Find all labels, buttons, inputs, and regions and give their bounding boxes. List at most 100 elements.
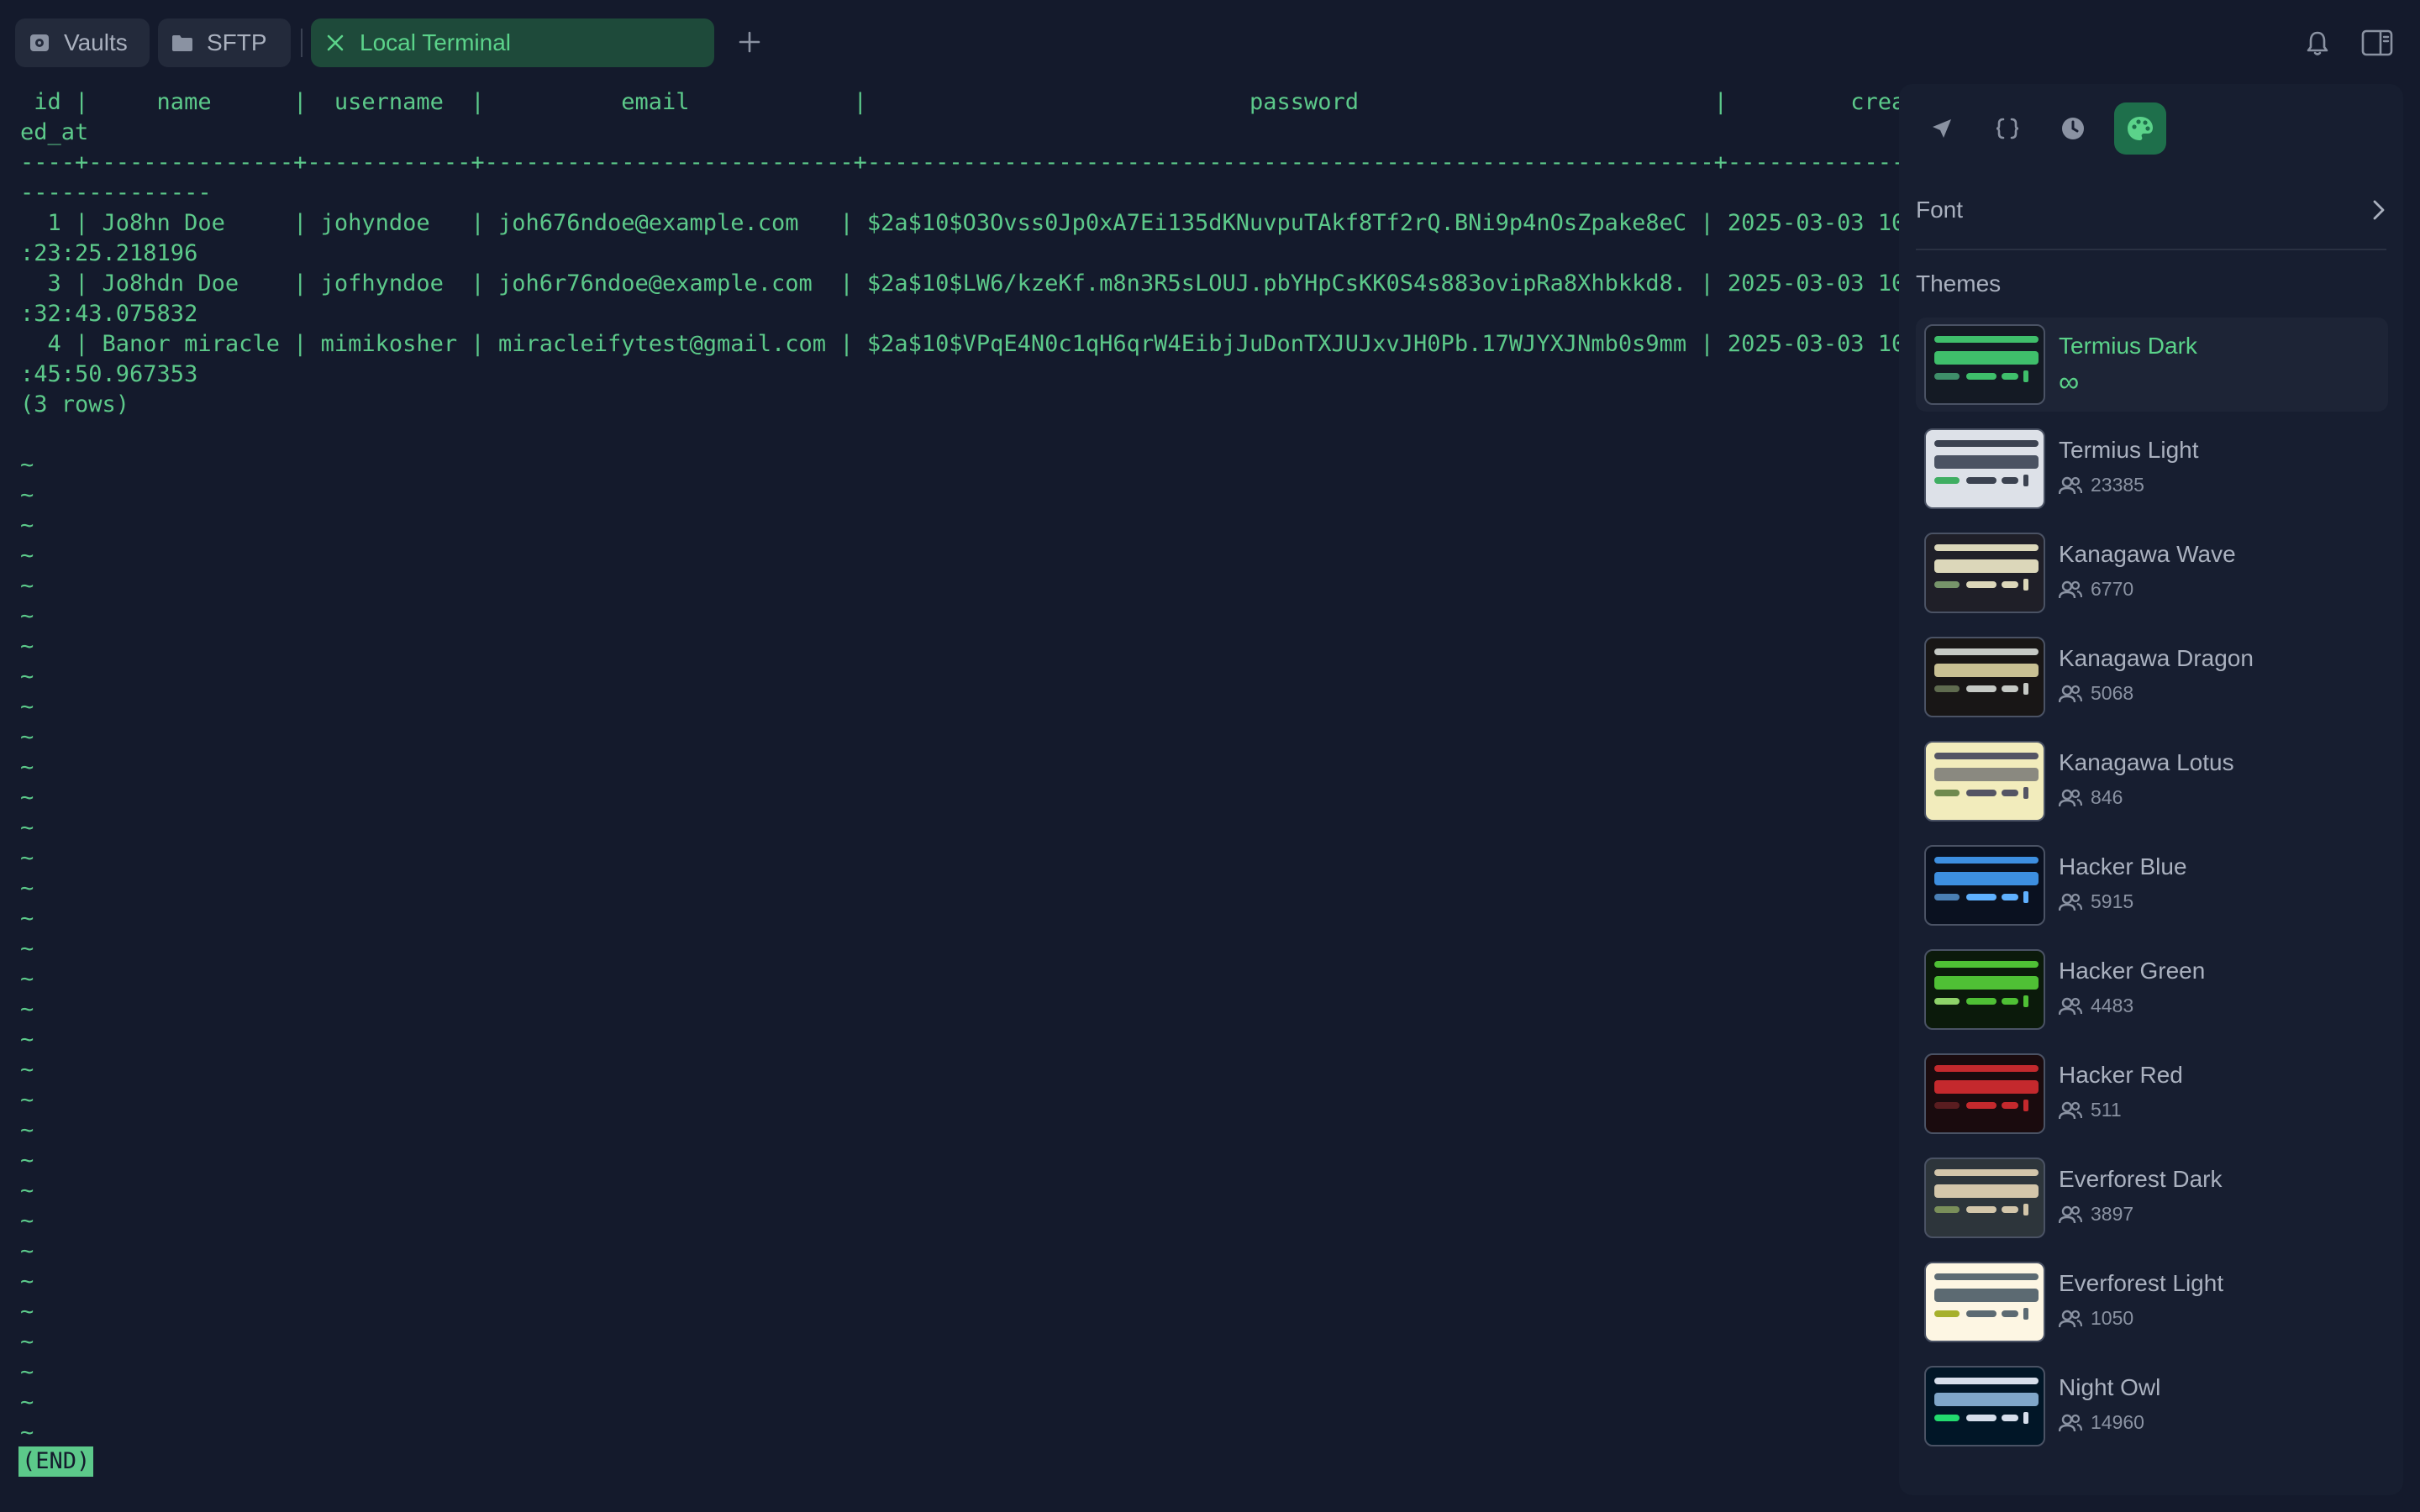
- theme-preview: [1924, 1366, 2045, 1446]
- terminal-line: :23:25.218196: [20, 240, 198, 266]
- theme-item[interactable]: Termius Light 23385: [1916, 422, 2388, 516]
- theme-name: Termius Dark: [2059, 333, 2197, 359]
- tilde-line: ~: [20, 1087, 34, 1113]
- braces-icon: [1996, 118, 2019, 139]
- tilde-line: ~: [20, 573, 34, 599]
- notifications-button[interactable]: [2302, 29, 2333, 59]
- theme-item[interactable]: Termius Dark ∞: [1916, 318, 2388, 412]
- bell-icon: [2307, 31, 2328, 55]
- theme-item[interactable]: Everforest Light 1050: [1916, 1255, 2388, 1349]
- tilde-line: ~: [20, 694, 34, 720]
- tilde-line: ~: [20, 966, 34, 992]
- tilde-line: ~: [20, 512, 34, 538]
- terminal-line: ed_at: [20, 119, 89, 145]
- terminal-output[interactable]: id | name | username | email | password …: [0, 84, 1919, 1512]
- theme-meta: 5915: [2059, 890, 2133, 913]
- toggle-side-panel-button[interactable]: [2361, 29, 2393, 57]
- theme-item[interactable]: Kanagawa Lotus 846: [1916, 734, 2388, 828]
- theme-item[interactable]: Kanagawa Dragon 5068: [1916, 630, 2388, 724]
- divider: [1916, 249, 2386, 250]
- tilde-line: ~: [20, 845, 34, 871]
- users-icon: [2059, 1310, 2082, 1327]
- font-label: Font: [1916, 197, 1964, 223]
- theme-meta: ∞: [2059, 366, 2080, 398]
- theme-name: Night Owl: [2059, 1374, 2161, 1400]
- theme-item[interactable]: Hacker Green 4483: [1916, 942, 2388, 1037]
- terminal-line: 4 | Banor miracle | mimikosher | miracle…: [20, 331, 1906, 357]
- terminal-line: --------------: [20, 180, 212, 206]
- theme-name: Kanagawa Dragon: [2059, 645, 2254, 671]
- unlimited-icon: ∞: [2059, 366, 2080, 398]
- tilde-line: ~: [20, 1268, 34, 1294]
- tilde-line: ~: [20, 785, 34, 811]
- theme-meta: 4483: [2059, 995, 2133, 1017]
- theme-name: Hacker Red: [2059, 1062, 2183, 1088]
- tilde-line: ~: [20, 1208, 34, 1234]
- tab-vaults[interactable]: Vaults: [15, 18, 150, 67]
- chevron-right-icon: [2373, 200, 2385, 220]
- font-settings-row[interactable]: Font: [1916, 185, 2386, 235]
- plus-icon: [739, 31, 760, 53]
- add-tab-button[interactable]: [733, 25, 766, 59]
- theme-item[interactable]: Everforest Dark 3897: [1916, 1151, 2388, 1245]
- theme-users-count: 511: [2091, 1099, 2122, 1121]
- tilde-line: ~: [20, 664, 34, 690]
- theme-item[interactable]: Kanagawa Wave 6770: [1916, 526, 2388, 620]
- theme-users-count: 5068: [2091, 682, 2134, 704]
- terminal-line: :45:50.967353: [20, 361, 198, 387]
- theme-preview: [1924, 1262, 2045, 1342]
- folder-icon: [171, 32, 193, 54]
- theme-preview: [1924, 533, 2045, 613]
- terminal-line: ----+---------------+------------+------…: [20, 150, 1906, 176]
- theme-preview: [1924, 1158, 2045, 1238]
- theme-users-count: 5915: [2091, 890, 2134, 912]
- theme-preview: [1924, 949, 2045, 1030]
- side-panel: Font Themes Termius Dark ∞ Termius Light 23…: [1899, 84, 2403, 1495]
- theme-users-count: 14960: [2091, 1411, 2144, 1433]
- theme-meta: 6770: [2059, 578, 2133, 601]
- tilde-line: ~: [20, 633, 34, 659]
- tilde-line: ~: [20, 1389, 34, 1415]
- theme-item[interactable]: Night Owl 14960: [1916, 1359, 2388, 1453]
- theme-name: Everforest Dark: [2059, 1166, 2223, 1192]
- close-icon[interactable]: [324, 32, 346, 54]
- tilde-line: ~: [20, 936, 34, 962]
- theme-preview: [1924, 845, 2045, 926]
- history-button[interactable]: [2047, 102, 2099, 155]
- theme-preview: [1924, 741, 2045, 822]
- snippets-run-button[interactable]: [1916, 102, 1968, 155]
- theme-item[interactable]: Hacker Red 511: [1916, 1047, 2388, 1141]
- tilde-line: ~: [20, 815, 34, 841]
- terminal-line: :32:43.075832: [20, 301, 198, 327]
- theme-meta: 23385: [2059, 474, 2144, 496]
- tab-sftp[interactable]: SFTP: [158, 18, 291, 67]
- top-bar: Vaults SFTP Local Terminal: [0, 0, 2420, 87]
- users-icon: [2059, 893, 2082, 911]
- users-icon: [2059, 1414, 2082, 1431]
- tilde-line: ~: [20, 875, 34, 901]
- theme-users-count: 4483: [2091, 995, 2134, 1016]
- tilde-line: ~: [20, 543, 34, 569]
- theme-meta: 1050: [2059, 1307, 2133, 1330]
- theme-users-count: 23385: [2091, 474, 2144, 496]
- theme-users-count: 1050: [2091, 1307, 2134, 1329]
- theme-meta: 846: [2059, 786, 2123, 809]
- tilde-line: ~: [20, 1026, 34, 1053]
- tilde-line: ~: [20, 1359, 34, 1385]
- theme-item[interactable]: Hacker Blue 5915: [1916, 838, 2388, 932]
- theme-name: Kanagawa Lotus: [2059, 749, 2234, 775]
- code-snippets-button[interactable]: [1981, 102, 2033, 155]
- vault-icon: [29, 32, 50, 54]
- tilde-line: ~: [20, 1178, 34, 1204]
- users-icon: [2059, 580, 2082, 598]
- tab-label: SFTP: [207, 29, 267, 55]
- clock-icon: [2062, 118, 2084, 139]
- tilde-line: ~: [20, 603, 34, 629]
- tab-local-terminal[interactable]: Local Terminal: [311, 18, 714, 67]
- terminal-line: 1 | Jo8hn Doe | johyndoe | joh676ndoe@ex…: [20, 210, 1906, 236]
- themes-button[interactable]: [2114, 102, 2166, 155]
- theme-meta: 14960: [2059, 1411, 2144, 1434]
- tilde-line: ~: [20, 1238, 34, 1264]
- theme-meta: 511: [2059, 1099, 2122, 1121]
- users-icon: [2059, 789, 2082, 806]
